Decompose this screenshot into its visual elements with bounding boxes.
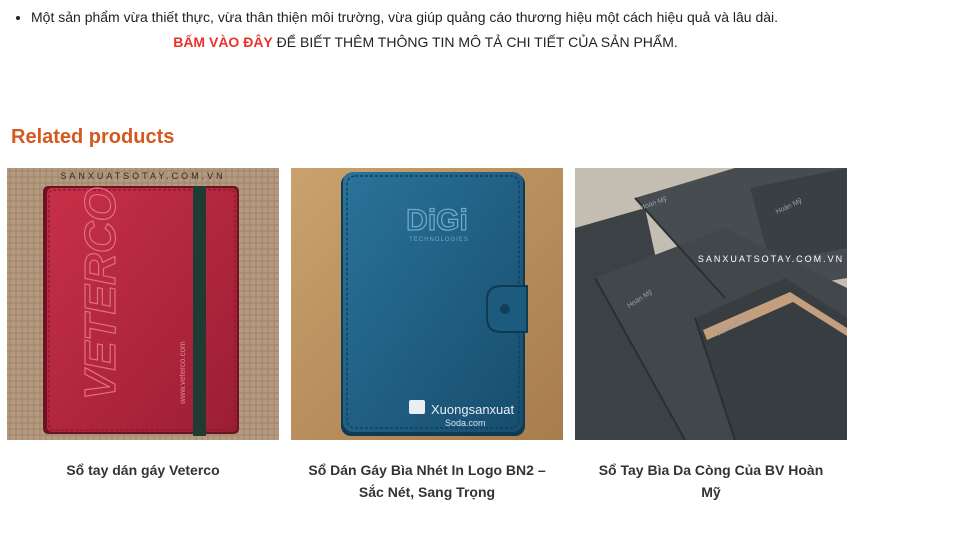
- product-image-bn2[interactable]: DiGi TECHNOLOGIES Xuongsanxuat Soda.com: [291, 168, 563, 440]
- watermark-icon: [409, 400, 425, 414]
- product-name-bn2[interactable]: Sổ Dán Gáy Bìa Nhét In Logo BN2 – Sắc Né…: [291, 459, 563, 503]
- related-products-title: Related products: [11, 126, 175, 148]
- more-info-line: BẤM VÀO ĐÂY ĐỂ BIẾT THÊM THÔNG TIN MÔ TẢ…: [0, 32, 851, 52]
- digi-sublogo: TECHNOLOGIES: [409, 237, 469, 243]
- product-image-hoan-my[interactable]: SANXUATSOTAY.COM.VN Hoàn Mỹ Hoàn Mỹ Hoàn…: [575, 168, 847, 440]
- product-image-veterco[interactable]: SANXUATSOTAY.COM.VN VETERCO www.veterco.…: [7, 168, 279, 440]
- bn2-notebook-image: DiGi TECHNOLOGIES Xuongsanxuat Soda.com: [291, 168, 563, 440]
- more-info-link[interactable]: BẤM VÀO ĐÂY: [173, 34, 273, 50]
- product-card-bn2: DiGi TECHNOLOGIES Xuongsanxuat Soda.com …: [291, 168, 563, 503]
- digi-logo: DiGi: [406, 204, 468, 237]
- watermark-text-2: Soda.com: [445, 418, 486, 428]
- hoan-my-notebook-image: SANXUATSOTAY.COM.VN Hoàn Mỹ Hoàn Mỹ Hoàn…: [575, 168, 847, 440]
- watermark-text: SANXUATSOTAY.COM.VN: [698, 254, 844, 264]
- product-card-veterco: SANXUATSOTAY.COM.VN VETERCO www.veterco.…: [7, 168, 279, 481]
- watermark-text: SANXUATSOTAY.COM.VN: [60, 171, 225, 181]
- product-name-veterco[interactable]: Sổ tay dán gáy Veterco: [7, 459, 279, 481]
- product-name-hoan-my[interactable]: Sổ Tay Bìa Da Còng Của BV Hoàn Mỹ: [575, 459, 847, 503]
- veterco-website: www.veterco.com: [178, 341, 187, 405]
- description-list: Một sản phẩm vừa thiết thực, vừa thân th…: [14, 7, 778, 27]
- veterco-notebook-image: SANXUATSOTAY.COM.VN VETERCO www.veterco.…: [7, 168, 279, 440]
- more-info-text: ĐỂ BIẾT THÊM THÔNG TIN MÔ TẢ CHI TIẾT CỦ…: [272, 34, 678, 50]
- watermark-text-1: Xuongsanxuat: [431, 402, 515, 417]
- veterco-logo: VETERCO: [76, 187, 125, 400]
- product-card-hoan-my: SANXUATSOTAY.COM.VN Hoàn Mỹ Hoàn Mỹ Hoàn…: [575, 168, 847, 503]
- description-bullet: Một sản phẩm vừa thiết thực, vừa thân th…: [31, 7, 778, 27]
